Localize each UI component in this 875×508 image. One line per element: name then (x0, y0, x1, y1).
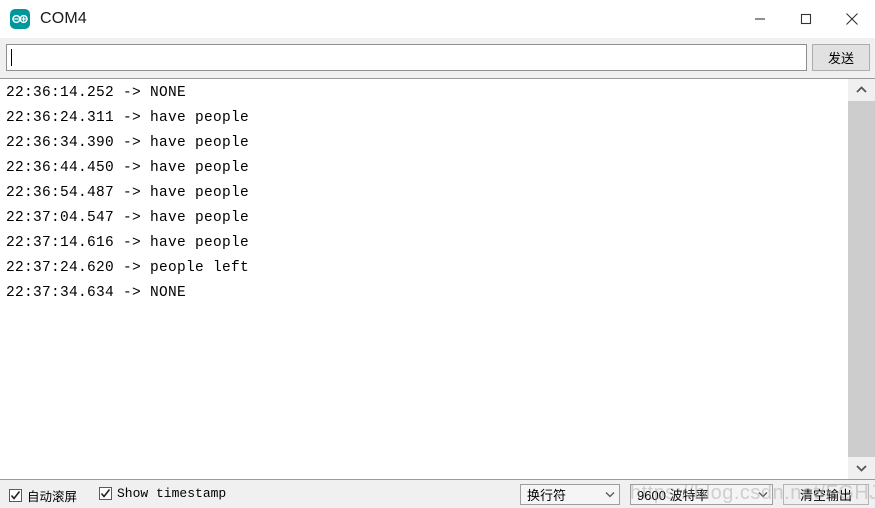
close-button[interactable] (829, 0, 875, 38)
window-controls (737, 0, 875, 38)
autoscroll-checkbox[interactable]: 自动滚屏 (9, 486, 77, 505)
serial-output-lines: 22:36:14.252 -> NONE 22:36:24.311 -> hav… (6, 81, 845, 306)
log-line: 22:37:14.616 -> have people (6, 235, 250, 251)
status-bar: 自动滚屏 Show timestamp 换行符 9600 波特率 清空输出 (0, 480, 875, 508)
title-bar: COM4 (0, 0, 875, 38)
minimize-icon (755, 18, 765, 20)
check-icon (10, 491, 21, 500)
scrollbar-thumb[interactable] (848, 101, 875, 457)
close-icon (846, 13, 858, 25)
line-ending-dropdown[interactable]: 换行符 (520, 484, 620, 505)
checkbox-box (99, 487, 112, 500)
log-line: 22:37:34.634 -> NONE (6, 285, 187, 301)
autoscroll-label: 自动滚屏 (27, 490, 78, 504)
check-icon (100, 489, 111, 498)
text-caret (11, 49, 12, 66)
arduino-logo-icon (10, 9, 30, 29)
log-line: 22:36:24.311 -> have people (6, 110, 250, 126)
serial-output-area[interactable]: 22:36:14.252 -> NONE 22:36:24.311 -> hav… (0, 78, 875, 480)
maximize-icon (800, 13, 812, 25)
checkbox-box (9, 489, 22, 502)
chevron-up-icon (856, 86, 867, 93)
chevron-down-icon (601, 491, 619, 498)
scroll-up-button[interactable] (848, 79, 875, 101)
serial-send-input[interactable] (6, 44, 807, 71)
chevron-down-icon (754, 491, 772, 498)
baud-rate-value: 9600 波特率 (637, 488, 709, 503)
send-toolbar: 发送 (0, 38, 875, 78)
window-title: COM4 (40, 10, 88, 27)
log-line: 22:36:54.487 -> have people (6, 185, 250, 201)
scroll-down-button[interactable] (848, 457, 875, 479)
log-line: 22:37:24.620 -> people left (6, 260, 250, 276)
log-line: 22:37:04.547 -> have people (6, 210, 250, 226)
serial-monitor-window: COM4 发送 22:36:14.252 -> NONE 22:36:24.31… (0, 0, 875, 508)
maximize-button[interactable] (783, 0, 829, 38)
output-scrollbar[interactable] (848, 79, 875, 479)
title-bar-left: COM4 (0, 0, 87, 38)
show-timestamp-label: Show timestamp (117, 486, 227, 501)
log-line: 22:36:44.450 -> have people (6, 160, 250, 176)
send-button[interactable]: 发送 (812, 44, 870, 71)
log-line: 22:36:34.390 -> have people (6, 135, 250, 151)
baud-rate-dropdown[interactable]: 9600 波特率 (630, 484, 773, 505)
line-ending-value: 换行符 (527, 488, 567, 503)
show-timestamp-checkbox[interactable]: Show timestamp (99, 486, 226, 501)
log-line: 22:36:14.252 -> NONE (6, 85, 187, 101)
minimize-button[interactable] (737, 0, 783, 38)
chevron-down-icon (856, 465, 867, 472)
clear-output-button[interactable]: 清空输出 (783, 484, 869, 505)
